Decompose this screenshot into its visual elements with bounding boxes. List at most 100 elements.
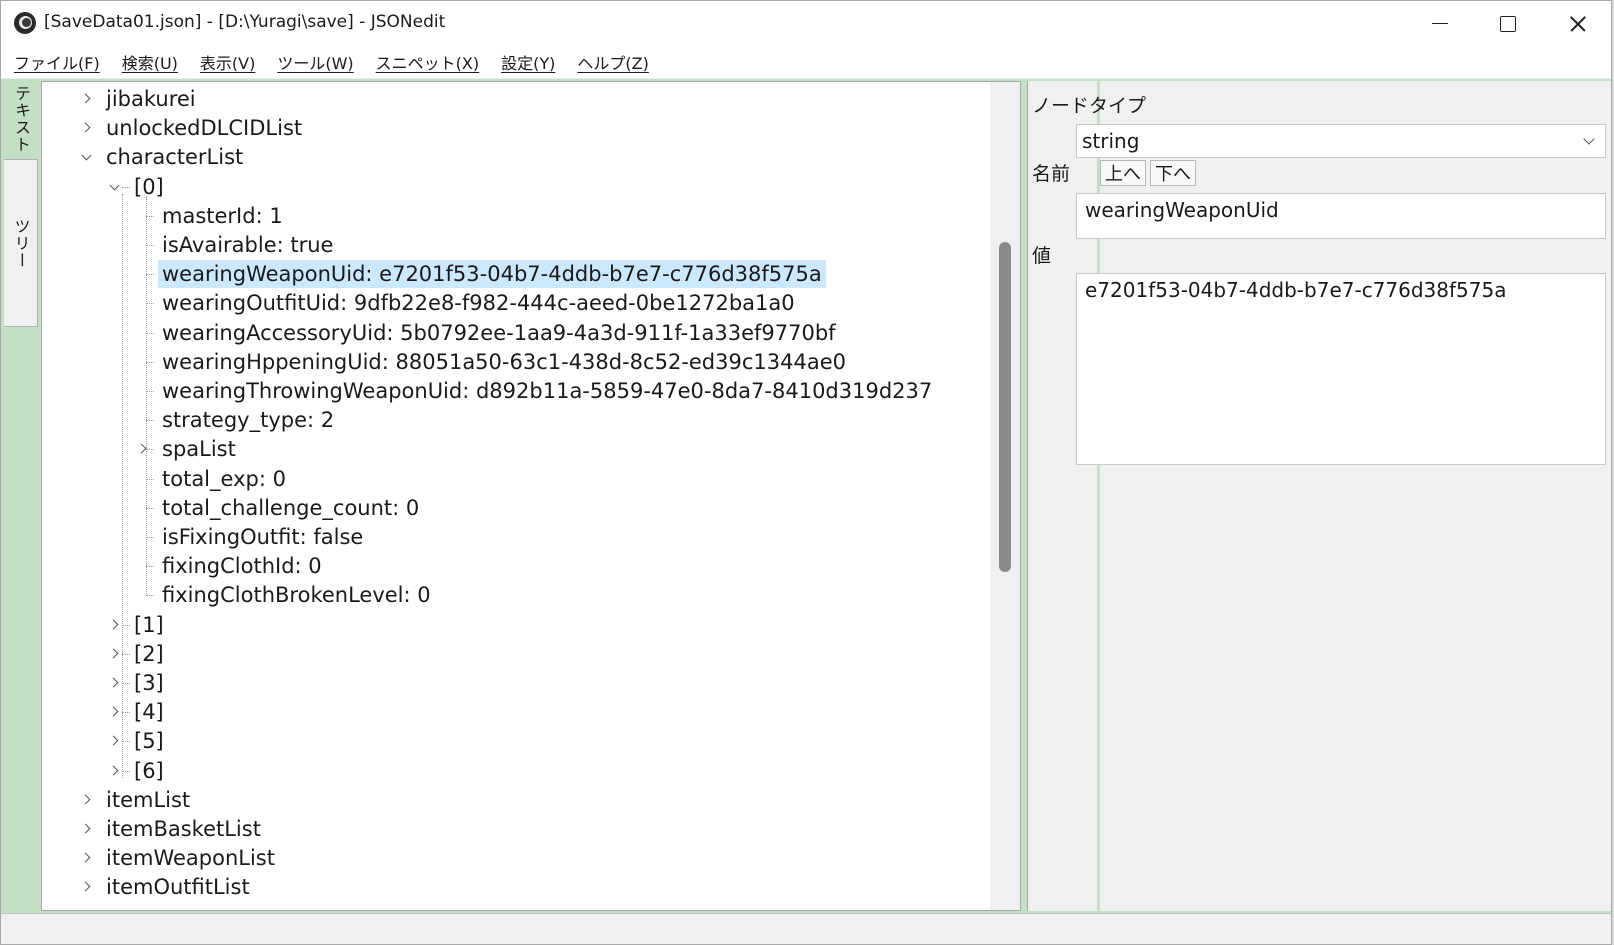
tree-node[interactable]: isFixingOutfit: false — [158, 522, 367, 552]
chevron-right-icon[interactable] — [82, 94, 92, 104]
tree-node[interactable]: [2] — [130, 639, 168, 669]
title-bar[interactable]: [SaveData01.json] - [D:\Yuragi\save] - J… — [1, 1, 1611, 46]
tree-node[interactable]: strategy_type: 2 — [158, 405, 338, 435]
chevron-down-icon — [1583, 133, 1595, 145]
node-value-field[interactable]: e7201f53-04b7-4ddb-b7e7-c776d38f575a — [1076, 273, 1606, 465]
tree-node[interactable]: fixingClothId: 0 — [158, 551, 326, 581]
tree-node[interactable]: total_challenge_count: 0 — [158, 493, 423, 523]
tree-node[interactable]: itemBasketList — [102, 814, 265, 844]
tree-node[interactable]: jibakurei — [102, 84, 200, 114]
tree-vertical-scrollbar[interactable] — [990, 82, 1020, 910]
tree-node-label: isAvairable: true — [162, 233, 334, 257]
tree-node[interactable]: [4] — [130, 697, 168, 727]
tree-node[interactable]: wearingHppeningUid: 88051a50-63c1-438d-8… — [158, 347, 850, 377]
tree-node[interactable]: itemWeaponList — [102, 843, 279, 873]
tree-node[interactable]: spaList — [158, 434, 240, 464]
tree-node[interactable]: fixingClothBrokenLevel: 0 — [158, 580, 435, 610]
chevron-right-icon[interactable] — [82, 795, 92, 805]
chevron-right-icon[interactable] — [110, 678, 120, 688]
chevron-down-icon[interactable] — [82, 153, 92, 163]
tree-connector — [146, 303, 154, 305]
tree-node[interactable]: [6] — [130, 756, 168, 786]
view-tabs: テキスト ツリー — [1, 79, 41, 913]
tree-guide — [146, 195, 147, 597]
tab-tree-label: ツリー — [11, 217, 31, 269]
node-type-select[interactable]: string — [1076, 124, 1606, 158]
chevron-right-icon[interactable] — [110, 736, 120, 746]
main-content: テキスト ツリー jibakurei unlockedDLCIDList chara… — [1, 79, 1611, 913]
tree-node[interactable]: [5] — [130, 726, 168, 756]
json-tree[interactable]: jibakurei unlockedDLCIDList characterList [… — [42, 82, 990, 910]
tree-node-label: wearingHppeningUid: 88051a50-63c1-438d-8… — [162, 349, 846, 374]
node-type-label: ノードタイプ — [1032, 95, 1147, 117]
jsonedit-app-icon[interactable] — [14, 12, 36, 34]
tree-node[interactable]: wearingThrowingWeaponUid: d892b11a-5859-… — [158, 376, 936, 406]
tab-text[interactable]: テキスト — [4, 79, 38, 159]
app-window: [SaveData01.json] - [D:\Yuragi\save] - J… — [0, 0, 1612, 945]
node-type-value: string — [1082, 129, 1140, 153]
menu-file[interactable]: ファイル(F) — [7, 50, 107, 74]
tree-node-label: fixingClothBrokenLevel: 0 — [162, 583, 431, 608]
tree-connector — [122, 741, 130, 743]
tree-connector — [146, 215, 154, 217]
tree-node-label: [5] — [134, 729, 164, 754]
tree-connector — [122, 770, 130, 772]
chevron-right-icon[interactable] — [82, 882, 92, 892]
chevron-right-icon[interactable] — [110, 766, 120, 776]
close-button[interactable] — [1543, 1, 1611, 46]
tree-node[interactable]: itemList — [102, 785, 194, 815]
tree-node[interactable]: total_exp: 0 — [158, 464, 290, 494]
tree-connector — [122, 186, 130, 188]
tree-node[interactable]: [1] — [130, 610, 168, 640]
node-properties-panel: ノードタイプ string 名前 上へ 下へ wearingWeaponUid … — [1027, 81, 1611, 911]
minimize-button[interactable] — [1405, 1, 1475, 46]
tree-node[interactable]: wearingAccessoryUid: 5b0792ee-1aa9-4a3d-… — [158, 318, 840, 348]
tree-node[interactable]: masterId: 1 — [158, 201, 287, 231]
tree-node[interactable]: isAvairable: true — [158, 230, 337, 260]
tree-connector — [122, 683, 130, 684]
json-tree-panel: jibakurei unlockedDLCIDList characterList [… — [41, 81, 1021, 911]
node-name-field[interactable]: wearingWeaponUid — [1076, 193, 1606, 239]
tree-node-label: [3] — [134, 671, 164, 695]
move-down-button[interactable]: 下へ — [1150, 160, 1196, 186]
chevron-right-icon[interactable] — [110, 649, 120, 659]
tree-connector — [122, 624, 130, 626]
menu-help[interactable]: ヘルプ(Z) — [570, 50, 655, 74]
tree-node-label: itemWeaponList — [106, 846, 275, 871]
tree-node-label: itemList — [106, 787, 191, 812]
chevron-right-icon[interactable] — [110, 707, 120, 717]
menu-view[interactable]: 表示(V) — [193, 50, 262, 74]
name-label: 名前 — [1032, 163, 1071, 185]
tree-node[interactable]: [3] — [130, 668, 168, 698]
maximize-icon — [1500, 15, 1516, 32]
menu-settings[interactable]: 設定(Y) — [494, 50, 562, 74]
tree-connector — [146, 595, 154, 597]
maximize-button[interactable] — [1473, 1, 1543, 46]
tab-tree[interactable]: ツリー — [4, 159, 38, 327]
chevron-right-icon[interactable] — [82, 853, 92, 863]
tree-connector — [146, 478, 154, 480]
tree-node-selected[interactable]: wearingWeaponUid: e7201f53-04b7-4ddb-b7e… — [158, 259, 826, 289]
menu-tools[interactable]: ツール(W) — [270, 50, 360, 74]
tree-node-label: [4] — [134, 700, 164, 725]
tree-node[interactable]: [0] — [130, 172, 168, 202]
tree-node[interactable]: characterList — [102, 142, 247, 172]
tree-guide — [122, 193, 123, 778]
tree-node[interactable]: unlockedDLCIDList — [102, 113, 306, 143]
chevron-right-icon[interactable] — [110, 620, 120, 630]
tree-node-label: strategy_type: 2 — [162, 408, 335, 433]
tree-connector — [146, 361, 154, 363]
chevron-right-icon[interactable] — [82, 824, 92, 834]
tree-node-label: spaList — [162, 437, 236, 462]
tree-node[interactable]: wearingOutfitUid: 9dfb22e8-f982-444c-aee… — [158, 288, 799, 318]
menu-snippets[interactable]: スニペット(X) — [369, 50, 486, 74]
tab-text-label: テキスト — [12, 85, 31, 153]
tree-node[interactable]: itemOutfitList — [102, 872, 254, 902]
scrollbar-thumb[interactable] — [999, 242, 1011, 572]
menu-search[interactable]: 検索(U) — [115, 50, 185, 74]
tree-connector — [146, 332, 154, 334]
chevron-down-icon[interactable] — [110, 183, 120, 193]
move-up-button[interactable]: 上へ — [1100, 160, 1146, 186]
chevron-right-icon[interactable] — [82, 123, 92, 133]
tree-connector — [146, 391, 154, 392]
